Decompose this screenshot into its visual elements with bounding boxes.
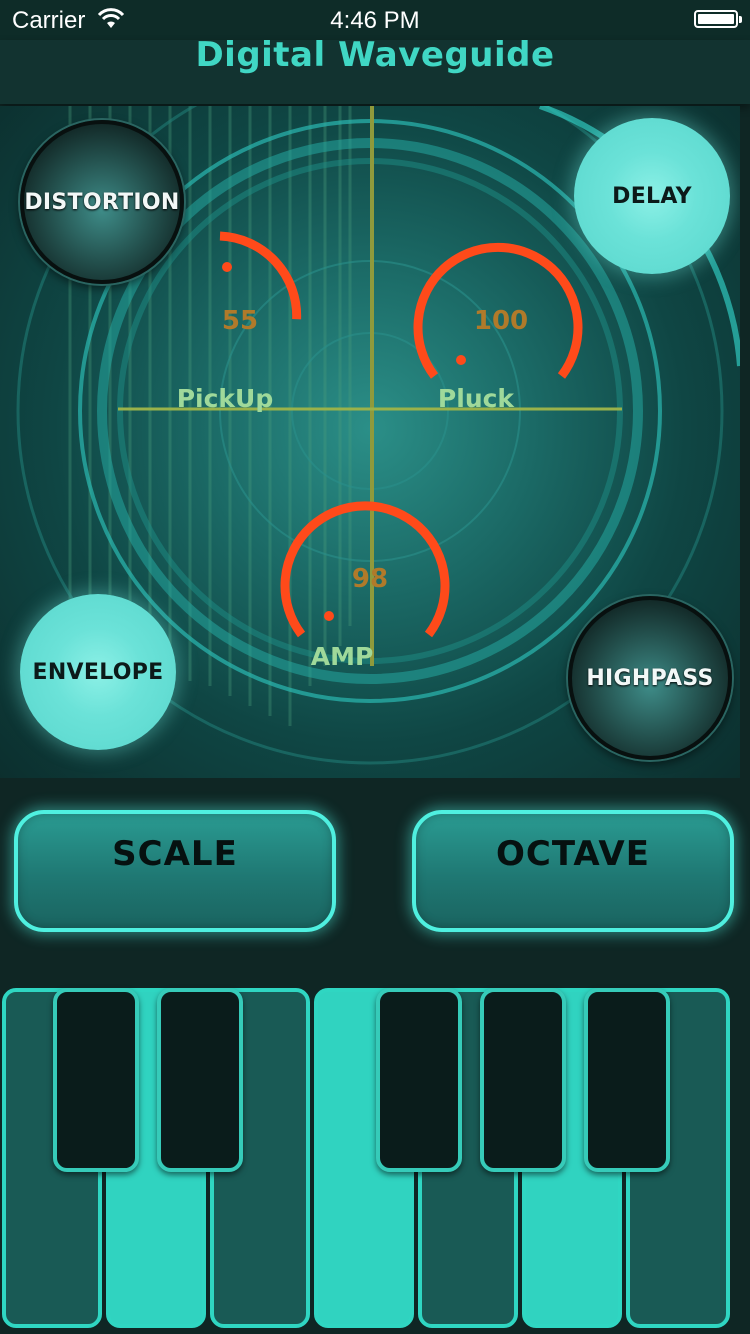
delay-label: DELAY — [612, 183, 692, 209]
black-key[interactable] — [53, 988, 139, 1172]
scale-label: SCALE — [112, 834, 238, 874]
pickup-knob[interactable]: 55 PickUp — [160, 226, 330, 416]
black-key[interactable] — [584, 988, 670, 1172]
piano-keyboard — [0, 988, 750, 1334]
scale-button[interactable]: SCALE — [14, 810, 336, 932]
status-bar: Carrier 4:46 PM — [0, 0, 750, 40]
distortion-label: DISTORTION — [24, 189, 180, 215]
black-key[interactable] — [157, 988, 243, 1172]
octave-button[interactable]: OCTAVE — [412, 810, 734, 932]
pickup-label: PickUp — [176, 384, 274, 413]
page-title: Digital Waveguide — [195, 35, 555, 75]
clock: 4:46 PM — [330, 7, 420, 34]
delay-button[interactable]: DELAY — [574, 118, 730, 274]
battery-icon — [694, 10, 742, 28]
amp-label: AMP — [310, 642, 374, 671]
pickup-value: 55 — [221, 306, 259, 336]
octave-label: OCTAVE — [496, 834, 650, 874]
pluck-value: 100 — [473, 306, 529, 336]
black-key[interactable] — [480, 988, 566, 1172]
amp-value: 98 — [351, 564, 389, 594]
highpass-label: HIGHPASS — [586, 665, 714, 691]
envelope-button[interactable]: ENVELOPE — [20, 594, 176, 750]
highpass-button[interactable]: HIGHPASS — [568, 596, 732, 760]
pluck-knob[interactable]: 100 Pluck — [410, 226, 590, 416]
amp-knob[interactable]: 98 AMP — [280, 486, 460, 676]
envelope-label: ENVELOPE — [32, 659, 164, 685]
black-key[interactable] — [376, 988, 462, 1172]
effects-panel: DISTORTION DELAY ENVELOPE HIGHPASS 55 Pi… — [0, 106, 740, 778]
pluck-label: Pluck — [437, 384, 515, 413]
header: Digital Waveguide — [0, 35, 750, 104]
